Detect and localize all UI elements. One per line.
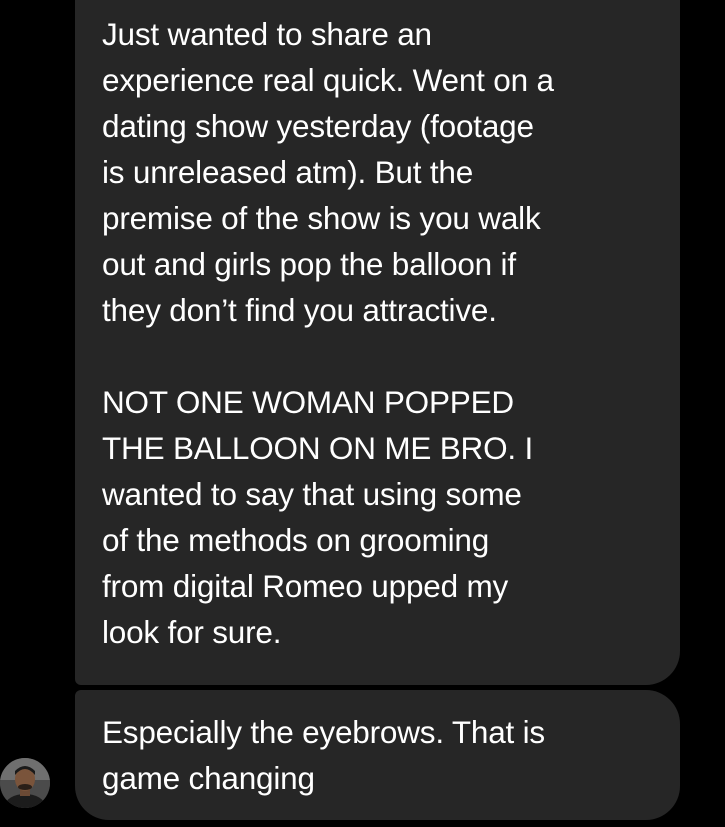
message-bubble[interactable]: Just wanted to share an experience real …: [75, 0, 680, 685]
profile-photo-icon: [0, 758, 50, 808]
message-text: Just wanted to share an experience real …: [102, 16, 554, 328]
message-bubble[interactable]: Especially the eyebrows. That is game ch…: [75, 690, 680, 820]
message-text: NOT ONE WOMAN POPPED THE BALLOON ON ME B…: [102, 384, 534, 650]
message-text: Especially the eyebrows. That is game ch…: [102, 714, 545, 796]
message-thread: Just wanted to share an experience real …: [0, 0, 725, 827]
sender-avatar[interactable]: [0, 758, 50, 808]
